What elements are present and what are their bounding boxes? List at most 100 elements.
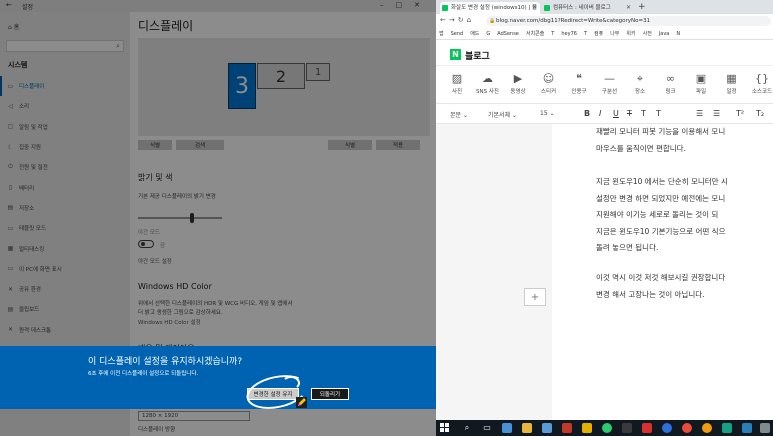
tab-blog-post[interactable]: 화살도 변경 설정 (windows10) | 블 ✕ <box>440 2 540 14</box>
font-size-select[interactable]: 15 ⌄ <box>540 110 555 117</box>
bookmark-item[interactable]: N <box>676 31 680 37</box>
bookmark-item[interactable]: G <box>486 31 490 37</box>
link-icon: ∞ <box>665 72 676 85</box>
line-spacing-icon[interactable]: ☰ <box>713 109 720 118</box>
bookmark-item[interactable]: 서치콘솔 <box>526 31 544 37</box>
bookmark-item[interactable]: T <box>584 31 587 37</box>
text-color-icon[interactable]: T <box>641 109 646 118</box>
taskbar-app-icon[interactable] <box>602 423 612 433</box>
bookmark-item[interactable]: 나무 <box>610 31 619 37</box>
bookmark-item[interactable]: 앱 <box>439 31 444 37</box>
file-explorer-icon[interactable] <box>522 423 532 433</box>
naver-logo-icon[interactable]: N <box>450 49 461 60</box>
bookmark-item[interactable]: Send <box>451 31 464 37</box>
bookmarks-bar: 앱 Send 애드 G AdSense 서치콘솔 They76 T 컴퓨 나무 위키 사전 Java N <box>436 28 773 40</box>
taskbar-app-icon[interactable] <box>622 423 632 433</box>
address-bar-row: ←→↻⌂ 🔒 blog.naver.com/dbg11?Redirect=Wri… <box>436 14 773 28</box>
code-icon: {} <box>755 72 769 85</box>
tab-close-icon[interactable]: ✕ <box>626 2 631 14</box>
chrome-taskbar-icon[interactable] <box>682 423 692 433</box>
task-view-icon[interactable]: ▭ <box>482 423 492 433</box>
taskbar-search-icon[interactable]: ⌕ <box>462 423 472 433</box>
windows-start-icon[interactable] <box>440 423 450 433</box>
tool-label: SNS 사진 <box>476 89 499 95</box>
revert-button[interactable]: 되돌리기 <box>311 388 349 400</box>
post-paragraph-line[interactable]: 이것 역시 이것 저것 해보시길 권장합니다 <box>596 270 725 285</box>
add-component-plus-icon[interactable]: + <box>524 288 546 306</box>
editor-format-toolbar: 본문 ⌄ 기본서체 ⌄ 15 ⌄ B I U T T T ☰ ☰ T² T₂ <box>436 106 773 124</box>
tool-label: 일정 <box>726 89 737 95</box>
highlight-icon[interactable]: T <box>656 109 661 118</box>
tab-blog-home[interactable]: 컴퓨터스 : 네이버 블로그 ✕ <box>542 2 634 14</box>
post-paragraph-line[interactable]: 변경 해서 고장나는 것이 아닙니다. <box>596 287 705 302</box>
sticker-icon: ☺ <box>542 72 555 85</box>
tool-code[interactable]: {} 소스코드 <box>747 71 773 95</box>
banner-countdown: 6초 후에 이전 디스플레이 설정으로 되돌립니다. <box>88 371 199 377</box>
taskbar-app-icon[interactable] <box>722 423 732 433</box>
blog-title[interactable]: 블로그 <box>465 49 490 62</box>
tool-video[interactable]: ▶ 동영상 <box>503 71 533 95</box>
chrome-window: 화살도 변경 설정 (windows10) | 블 ✕ 컴퓨터스 : 네이버 블… <box>436 0 773 420</box>
post-paragraph-line[interactable]: 지원해야 이기능 세로로 돌리는 것이 되 <box>596 207 718 222</box>
tool-label: 인용구 <box>571 89 587 95</box>
tool-place[interactable]: ⌖ 장소 <box>625 71 655 95</box>
tool-label: 장소 <box>634 89 646 95</box>
taskbar-app-icon[interactable] <box>662 423 672 433</box>
bookmark-item[interactable]: Java <box>659 31 670 37</box>
tool-link[interactable]: ∞ 링크 <box>656 71 686 95</box>
url-input[interactable]: 🔒 blog.naver.com/dbg11?Redirect=Write&ca… <box>486 16 771 26</box>
tool-photo[interactable]: ▨ 사진 <box>442 71 472 95</box>
taskbar-app-icon[interactable] <box>742 423 752 433</box>
keep-display-settings-banner: 이 디스플레이 설정을 유지하시겠습니까? 6초 후에 이전 디스플레이 설정으… <box>0 346 436 415</box>
tool-file[interactable]: ▣ 파일 <box>686 71 716 95</box>
tool-cloud-upload[interactable]: ☁ SNS 사진 <box>473 71 503 95</box>
taskbar-app-icon[interactable] <box>502 423 512 433</box>
post-paragraph-line[interactable]: 지금은 윈도우10 기본기능으로 어떤 식으 <box>596 224 725 239</box>
bookmark-item[interactable]: AdSense <box>497 31 519 37</box>
taskbar-app-icon[interactable] <box>582 423 592 433</box>
bookmark-item[interactable]: 위키 <box>626 31 635 37</box>
post-paragraph-line[interactable]: 지금 윈도우10 에서는 단순히 모니터만 시 <box>596 174 728 189</box>
tool-calendar[interactable]: ▦ 일정 <box>717 71 747 95</box>
tool-label: 링크 <box>665 89 676 95</box>
taskbar-app-icon[interactable] <box>542 423 552 433</box>
underline-icon[interactable]: U <box>613 109 619 118</box>
post-paragraph-line[interactable]: 설정만 변경 하면 되었지만 예전에는 모니 <box>596 191 725 206</box>
taskbar-app-icon[interactable] <box>702 423 712 433</box>
superscript-icon[interactable]: T² <box>736 109 744 118</box>
annotation-circle-mark-tail <box>282 376 300 390</box>
post-paragraph-line[interactable]: 돌려 놓으면 됩니다. <box>596 240 658 255</box>
editor-canvas[interactable]: + 재빨리 모니터 피봇 기능을 이용해서 모니마우스를 움직이면 편합니다. 지… <box>436 124 773 420</box>
paragraph-style-select[interactable]: 본문 ⌄ <box>450 110 468 119</box>
blog-header: N 블로그 <box>436 42 773 66</box>
font-family-select[interactable]: 기본서체 ⌄ <box>488 110 517 119</box>
tool-label: 동영상 <box>510 89 526 95</box>
align-icon[interactable]: ☰ <box>696 109 703 118</box>
post-paragraph-line[interactable]: 재빨리 모니터 피봇 기능을 이용해서 모니 <box>596 124 725 139</box>
nav-back-forward-reload-icon[interactable]: ←→↻⌂ <box>440 16 474 24</box>
strikethrough-icon[interactable]: T <box>627 109 632 118</box>
tool-label: 구분선 <box>601 89 618 95</box>
tab-close-icon[interactable]: ✕ <box>532 2 537 14</box>
tool-sticker[interactable]: ☺ 스티커 <box>534 71 564 95</box>
banner-question: 이 디스플레이 설정을 유지하시겠습니까? <box>88 357 243 367</box>
taskbar-app-icon[interactable] <box>562 423 572 433</box>
taskbar-app-icon[interactable] <box>760 423 770 433</box>
tool-quote[interactable]: ❝ 인용구 <box>564 71 594 95</box>
bookmark-item[interactable]: T <box>551 31 554 37</box>
bookmark-item[interactable]: 애드 <box>470 31 479 37</box>
post-paragraph-line[interactable]: 마우스를 움직이면 편합니다. <box>596 141 686 156</box>
new-tab-plus-icon[interactable]: + <box>638 2 646 13</box>
bookmark-item[interactable]: hey76 <box>561 31 577 37</box>
calendar-icon: ▦ <box>726 72 737 85</box>
bookmark-item[interactable]: 사전 <box>643 31 652 37</box>
windows-taskbar: ⌕ ▭ <box>436 420 773 436</box>
bookmark-item[interactable]: 컴퓨 <box>594 31 603 37</box>
tool-divider[interactable]: — 구분선 <box>595 71 625 95</box>
taskbar-app-icon[interactable] <box>642 423 652 433</box>
pen-cursor-icon <box>296 397 307 408</box>
italic-icon[interactable]: I <box>599 109 601 118</box>
subscript-icon[interactable]: T₂ <box>756 109 764 118</box>
tool-label: 사진 <box>451 89 463 95</box>
bold-icon[interactable]: B <box>584 109 590 118</box>
